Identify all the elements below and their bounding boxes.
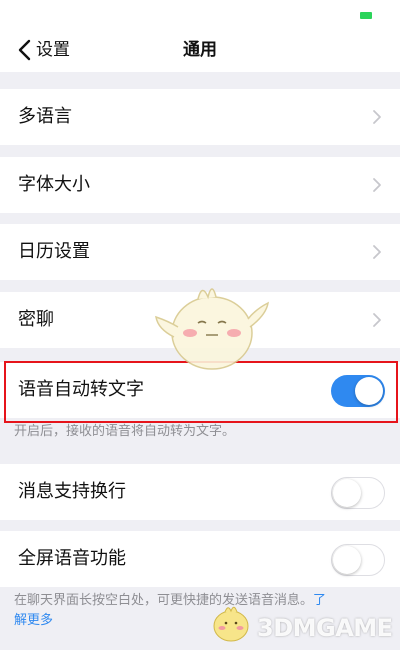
fullscreen-voice-toggle[interactable]	[331, 544, 385, 576]
settings-item-label: 字体大小	[18, 174, 90, 195]
mascot-watermark-icon	[155, 288, 269, 370]
settings-item-label: 全屏语音功能	[18, 548, 126, 569]
watermark: 3DMGAME	[205, 600, 395, 644]
bird-logo-icon	[213, 606, 249, 642]
battery-icon	[360, 12, 372, 19]
page-title: 通用	[183, 40, 217, 60]
chevron-right-icon	[373, 178, 381, 192]
chevron-right-icon	[373, 110, 381, 124]
settings-item-label: 消息支持换行	[18, 481, 126, 502]
learn-more-link-continued[interactable]: 解更多	[14, 613, 53, 628]
status-bar	[0, 0, 400, 28]
settings-item-label: 密聊	[18, 309, 54, 330]
settings-item-message-line-break: 消息支持换行	[0, 464, 400, 520]
voice-to-text-hint: 开启后，接收的语音将自动转为文字。	[14, 424, 236, 439]
chevron-right-icon	[373, 313, 381, 327]
chevron-right-icon	[373, 245, 381, 259]
settings-item-label: 多语言	[18, 106, 72, 127]
settings-item-calendar[interactable]: 日历设置	[0, 224, 400, 280]
settings-item-fullscreen-voice: 全屏语音功能	[0, 531, 400, 587]
settings-item-label: 日历设置	[18, 241, 90, 262]
message-line-break-toggle[interactable]	[331, 477, 385, 509]
toggle-knob	[333, 478, 361, 507]
settings-item-font-size[interactable]: 字体大小	[0, 157, 400, 213]
toggle-knob	[333, 545, 361, 574]
navigation-bar: 设置 通用	[0, 28, 400, 72]
settings-item-language[interactable]: 多语言	[0, 89, 400, 145]
watermark-text: 3DMGAME	[257, 614, 393, 642]
